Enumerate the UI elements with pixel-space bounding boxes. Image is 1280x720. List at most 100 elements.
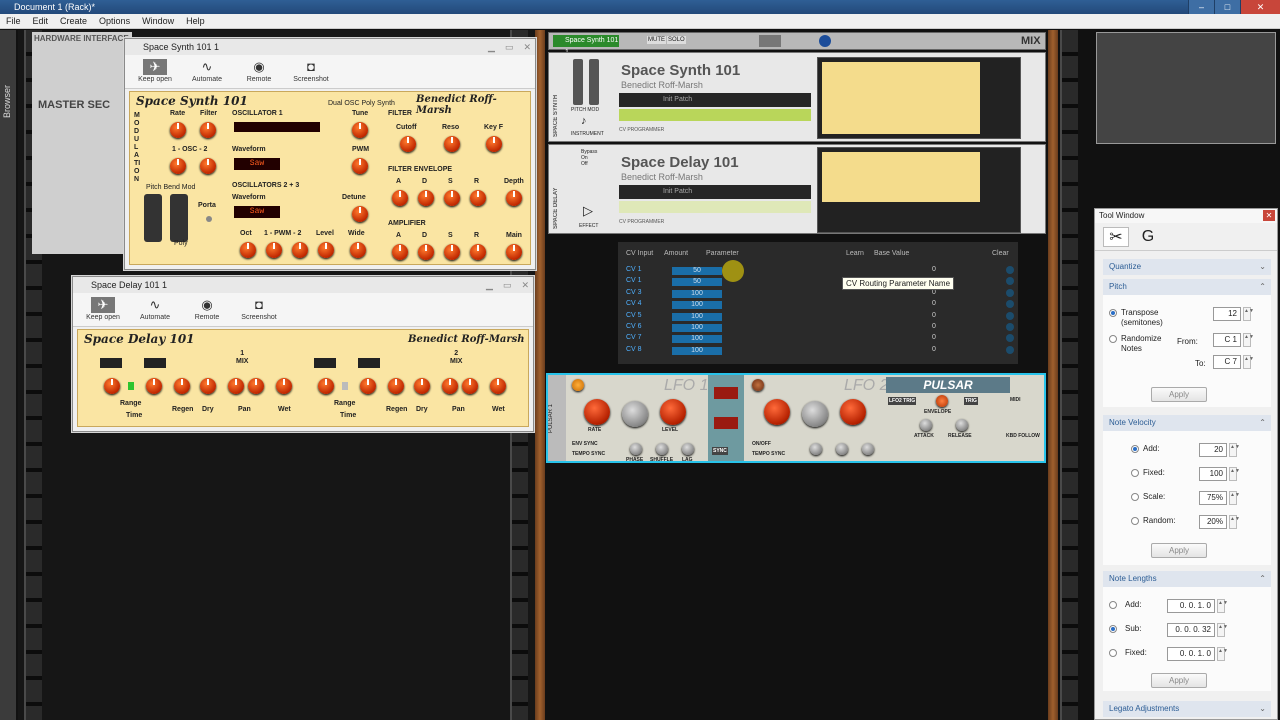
close-icon[interactable]: ✕ (523, 39, 531, 55)
delay1-regen-knob[interactable] (174, 378, 190, 394)
waveform2-display[interactable]: Saw (234, 206, 280, 218)
cv-clear-button[interactable] (1006, 277, 1014, 286)
delay1-pan-b-knob[interactable] (248, 378, 264, 394)
menu-file[interactable]: File (0, 14, 27, 28)
keep-open-button[interactable]: ✈ Keep open (81, 295, 125, 324)
aenv-d-knob[interactable] (418, 244, 434, 260)
lengths-apply-button[interactable]: Apply (1151, 673, 1207, 688)
menu-edit[interactable]: Edit (27, 14, 55, 28)
tools-tab-icon[interactable]: ✂ (1103, 227, 1129, 247)
pitch-apply-button[interactable]: Apply (1151, 387, 1207, 402)
minimize-button[interactable]: – (1188, 0, 1214, 14)
cv-amount-slider[interactable]: 50 (672, 278, 722, 287)
transpose-stepper[interactable]: ▲▼ (1243, 307, 1254, 321)
release-knob[interactable] (956, 419, 968, 431)
aenv-r-knob[interactable] (470, 244, 486, 260)
lfo2-shuffle-knob[interactable] (836, 443, 848, 455)
lfo1-shape-knob[interactable] (622, 401, 648, 427)
velocity-fixed-stepper[interactable]: ▲▼ (1229, 467, 1240, 481)
lfo2-phase-knob[interactable] (810, 443, 822, 455)
mod-osc2-knob[interactable] (200, 158, 216, 174)
menu-help[interactable]: Help (180, 14, 211, 28)
cv-row[interactable]: CV 3 100 0 (626, 288, 1014, 300)
track-name[interactable]: Space Synth 101 1 (553, 35, 619, 56)
aenv-a-knob[interactable] (392, 244, 408, 260)
maximize-icon[interactable]: ▭ (503, 277, 512, 293)
delay2-pan-a-knob[interactable] (442, 378, 458, 394)
cv-base-value[interactable]: 0 (932, 266, 936, 273)
lfo2-tempo-sync-label[interactable]: TEMPO SYNC (752, 451, 785, 457)
lfo1-rate-knob[interactable] (584, 399, 610, 425)
cv-clear-button[interactable] (1006, 345, 1014, 354)
cv-amount-slider[interactable]: 100 (672, 324, 722, 332)
tempo-sync-label[interactable]: TEMPO SYNC (572, 451, 605, 457)
cv-row[interactable]: CV 6 100 0 (626, 323, 1014, 334)
detune-knob[interactable] (352, 206, 368, 222)
close-icon[interactable]: ✕ (521, 277, 529, 293)
lfo1-phase-knob[interactable] (630, 443, 642, 455)
from-input[interactable]: C 1 (1213, 333, 1241, 347)
minimize-icon[interactable]: ▁ (488, 39, 495, 55)
browser-tab[interactable]: Browser (0, 30, 16, 720)
tune-knob[interactable] (352, 122, 368, 138)
pitch-wheel[interactable] (573, 59, 583, 105)
fader[interactable] (759, 35, 781, 47)
solo-button[interactable]: SOLO (667, 36, 686, 44)
transpose-input[interactable]: 12 (1213, 307, 1241, 321)
minimize-icon[interactable]: ▁ (486, 277, 493, 293)
length-sub-input[interactable]: 0. 0. 0. 32 (1167, 623, 1215, 637)
velocity-random-stepper[interactable]: ▲▼ (1229, 515, 1240, 529)
mod-rate-knob[interactable] (170, 122, 186, 138)
delay2-switch-b[interactable] (358, 358, 380, 368)
rack-overview-preview[interactable] (1096, 32, 1276, 144)
length-add-radio[interactable] (1109, 601, 1117, 609)
waveform1-display[interactable]: Saw (234, 158, 280, 170)
pwm-knob[interactable] (352, 158, 368, 174)
velocity-add-stepper[interactable]: ▲▼ (1229, 443, 1240, 457)
automate-button[interactable]: ∿ Automate (133, 295, 177, 324)
maximize-button[interactable]: □ (1214, 0, 1240, 14)
velocity-add-radio[interactable] (1131, 445, 1139, 453)
menu-window[interactable]: Window (136, 14, 180, 28)
kbd-follow-label[interactable]: KBD FOLLOW (1006, 433, 1040, 439)
porta-knob[interactable] (206, 216, 212, 222)
delay2-dry-knob[interactable] (414, 378, 430, 394)
delay-cv-programmer-label[interactable]: CV PROGRAMMER (619, 219, 664, 225)
note-velocity-section[interactable]: Note Velocity ⌃ (1103, 415, 1271, 431)
randomize-radio[interactable] (1109, 335, 1117, 343)
delay2-wet-knob[interactable] (490, 378, 506, 394)
cv-row[interactable]: CV 4 100 0 (626, 300, 1014, 311)
cv-clear-button[interactable] (1006, 288, 1014, 297)
length-sub-radio[interactable] (1109, 625, 1117, 633)
keyf-knob[interactable] (486, 136, 502, 152)
cv-row[interactable]: CV 5 100 0 (626, 311, 1014, 323)
lfo2-trig-button[interactable]: LFO2 TRIG (888, 397, 917, 405)
screenshot-button[interactable]: ◘ Screenshot (237, 295, 281, 324)
cv-row[interactable]: CV 8 100 0 (626, 345, 1014, 357)
synth-cv-programmer-label[interactable]: CV PROGRAMMER (619, 127, 664, 133)
delay1-switch-b[interactable] (144, 358, 166, 368)
cv-amount-slider[interactable]: 100 (672, 346, 722, 355)
quantize-section[interactable]: Quantize ⌄ (1103, 259, 1271, 275)
cutoff-knob[interactable] (400, 136, 416, 152)
on-off-label[interactable]: ON/OFF (752, 441, 771, 447)
cv-amount-slider[interactable]: 50 (672, 267, 722, 275)
velocity-random-input[interactable]: 20% (1199, 515, 1227, 529)
cv-amount-slider[interactable]: 100 (672, 289, 722, 298)
mod-filter-knob[interactable] (200, 122, 216, 138)
pwm2-knob-a[interactable] (266, 242, 282, 258)
menu-create[interactable]: Create (54, 14, 93, 28)
screenshot-button[interactable]: ◘ Screenshot (289, 57, 333, 86)
close-icon[interactable]: ✕ (1263, 210, 1275, 221)
pitch-section[interactable]: Pitch ⌃ (1103, 279, 1271, 295)
bypass-switch[interactable]: Bypass On Off (581, 149, 597, 167)
mute-button[interactable]: MUTE (647, 36, 666, 44)
wide-knob[interactable] (350, 242, 366, 258)
velocity-fixed-radio[interactable] (1131, 469, 1139, 477)
cv-row[interactable]: CV 7 100 0 (626, 334, 1014, 345)
oct-knob[interactable] (240, 242, 256, 258)
cv-base-value[interactable]: 0 (932, 323, 936, 330)
delay1-switch-a[interactable] (100, 358, 122, 368)
sync-button[interactable]: SYNC (712, 447, 728, 455)
length-fixed-radio[interactable] (1109, 649, 1117, 657)
